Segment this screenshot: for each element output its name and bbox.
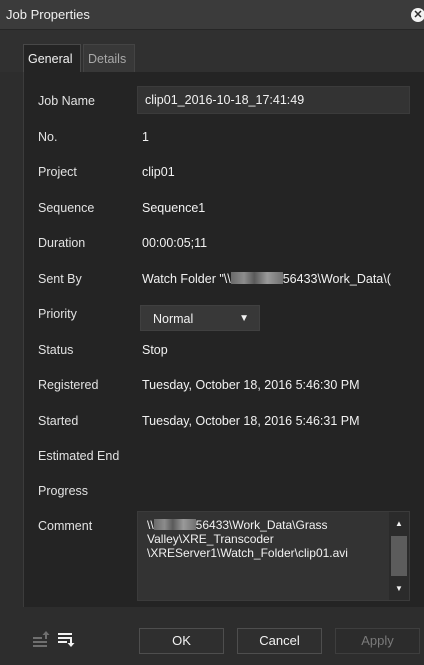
duration-value: 00:00:05;11	[142, 236, 208, 250]
comment-textarea[interactable]: \\ 56433\Work_Data\Grass Valley\XRE_Trans…	[137, 511, 410, 601]
tab-general-label: General	[28, 52, 73, 66]
scroll-down-arrow-icon[interactable]: ▼	[395, 584, 403, 593]
priority-selected-value: Normal	[153, 312, 194, 326]
priority-label: Priority	[38, 307, 77, 321]
priority-select[interactable]: Normal ▼	[140, 305, 260, 331]
sent-by-prefix: Watch Folder "\\	[142, 272, 231, 286]
registered-value: Tuesday, October 18, 2016 5:46:30 PM	[142, 378, 360, 392]
window-title: Job Properties	[6, 7, 90, 22]
cancel-button[interactable]: Cancel	[237, 628, 322, 654]
status-label: Status	[38, 343, 74, 357]
ok-button[interactable]: OK	[139, 628, 224, 654]
registered-label: Registered	[38, 378, 99, 392]
number-value: 1	[142, 130, 149, 144]
started-value: Tuesday, October 18, 2016 5:46:31 PM	[142, 414, 360, 428]
tab-details-label: Details	[88, 52, 127, 66]
project-label: Project	[38, 165, 77, 179]
sent-by-label: Sent By	[38, 272, 82, 286]
job-name-label: Job Name	[38, 94, 95, 108]
number-label: No.	[38, 130, 58, 144]
sent-by-suffix: 56433\Work_Data\(	[282, 272, 391, 286]
tab-general[interactable]: General	[23, 44, 81, 72]
sequence-label: Sequence	[38, 201, 95, 215]
scroll-up-arrow-icon[interactable]: ▲	[395, 519, 403, 528]
project-value: clip01	[142, 165, 175, 179]
job-name-input[interactable]: clip01_2016-10-18_17:41:49	[137, 86, 410, 114]
list-move-down-icon[interactable]	[56, 629, 76, 649]
list-move-up-icon[interactable]	[31, 629, 51, 649]
redacted-hostname	[230, 272, 283, 284]
started-label: Started	[38, 414, 79, 428]
progress-label: Progress	[38, 484, 89, 498]
comment-text: \\ 56433\Work_Data\Grass Valley\XRE_Trans…	[147, 518, 383, 560]
tab-details[interactable]: Details	[83, 44, 135, 72]
tab-bar: General Details	[0, 30, 424, 72]
comment-scrollbar[interactable]: ▲ ▼	[389, 512, 409, 600]
apply-button[interactable]: Apply	[335, 628, 420, 654]
footer-bar: OK Cancel Apply	[0, 607, 424, 665]
scroll-thumb[interactable]	[391, 536, 407, 576]
comment-prefix: \\	[147, 518, 154, 532]
sequence-value: Sequence1	[142, 201, 206, 215]
job-properties-window: Job Properties ✕ General Details Job Nam…	[0, 0, 424, 665]
duration-label: Duration	[38, 236, 86, 250]
redacted-hostname	[153, 519, 196, 530]
close-icon[interactable]: ✕	[411, 8, 424, 22]
comment-label: Comment	[38, 519, 93, 533]
title-bar[interactable]: Job Properties ✕	[0, 0, 424, 30]
sent-by-value: Watch Folder "\\ 56433\Work_Data\(	[142, 272, 424, 286]
general-panel: Job Name clip01_2016-10-18_17:41:49 No. …	[23, 72, 424, 607]
status-value: Stop	[142, 343, 168, 357]
estimated-end-label: Estimated End	[38, 449, 120, 463]
dropdown-arrow-icon: ▼	[239, 313, 249, 324]
